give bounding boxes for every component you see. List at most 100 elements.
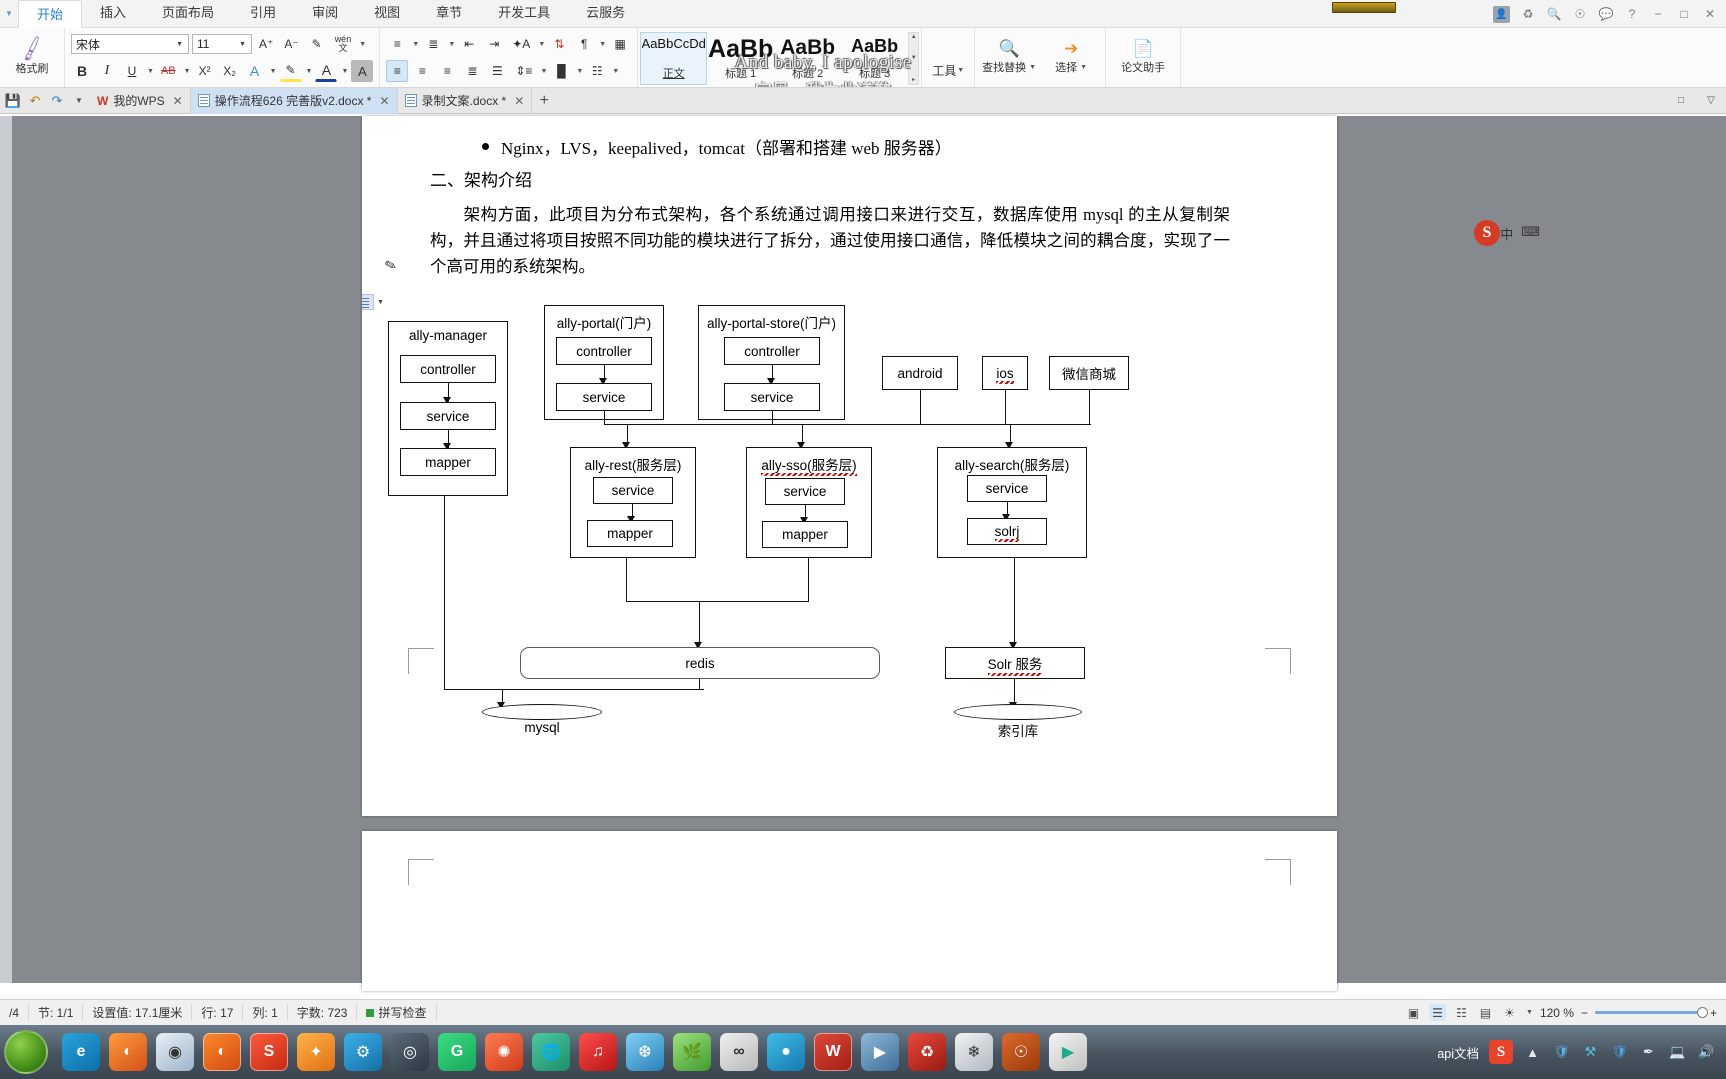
grow-font-button[interactable]: A⁺ — [255, 33, 277, 55]
chevron-down-icon[interactable]: ▼ — [1526, 1009, 1533, 1016]
network-icon[interactable]: 💻 — [1668, 1043, 1687, 1062]
styles-gallery[interactable]: AaBbCcDd 正文 AaBb 标题 1 AaBb 标题 2 AaBb 标题 … — [640, 30, 920, 85]
highlight-icon[interactable]: ✎ — [279, 60, 302, 82]
doc-tab-recording-script[interactable]: 录制文案.docx * ✕ — [398, 87, 533, 114]
status-page[interactable]: /4 — [0, 1004, 30, 1021]
sort-icon[interactable]: ⇅ — [548, 33, 570, 55]
style-item-body[interactable]: AaBbCcDd 正文 — [640, 32, 708, 85]
shield-icon[interactable]: 🛡 — [1552, 1043, 1571, 1062]
night-mode-icon[interactable]: ☀ — [1501, 1004, 1518, 1021]
ribbon-tab-dev-tools[interactable]: 开发工具 — [480, 0, 568, 27]
close-icon[interactable]: ✕ — [1702, 6, 1718, 22]
taskbar-app-2-icon[interactable]: ✺ — [485, 1033, 523, 1071]
ribbon-tab-insert[interactable]: 插入 — [82, 0, 144, 27]
chevron-down-icon[interactable]: ▼ — [184, 68, 191, 75]
taskbar-app-leaf-icon[interactable]: 🌿 — [673, 1033, 711, 1071]
restore-icon[interactable]: □ — [1670, 90, 1692, 112]
fullscreen-icon[interactable]: ▣ — [1405, 1004, 1422, 1021]
shrink-font-button[interactable]: A⁻ — [280, 33, 302, 55]
status-row[interactable]: 行: 17 — [192, 1004, 244, 1021]
shading-icon[interactable]: █ — [550, 60, 572, 82]
numbered-list-icon[interactable]: ≣ — [422, 33, 444, 55]
taskbar-app-1-icon[interactable]: ⚙ — [344, 1033, 382, 1071]
align-center-icon[interactable]: ≡ — [411, 60, 433, 82]
status-word-count[interactable]: 字数: 723 — [288, 1004, 358, 1021]
style-item-heading-3[interactable]: AaBb 标题 3 — [841, 32, 908, 85]
redo-icon[interactable]: ↷ — [46, 90, 68, 112]
align-left-icon[interactable]: ≡ — [386, 60, 409, 82]
chevron-down-icon[interactable]: ▼ — [412, 41, 419, 48]
taskbar-app-sogou-icon[interactable]: S — [250, 1033, 288, 1071]
italic-button[interactable]: I — [96, 60, 118, 82]
align-distribute-icon[interactable]: ☰ — [486, 60, 508, 82]
ribbon-tab-references[interactable]: 引用 — [232, 0, 294, 27]
status-setting[interactable]: 设置值: 17.1厘米 — [83, 1004, 193, 1021]
user-avatar-icon[interactable]: 👤 — [1493, 5, 1510, 23]
line-spacing-icon[interactable]: ⇕≡ — [511, 60, 536, 82]
taskbar-app-3-icon[interactable]: ▶ — [861, 1033, 899, 1071]
minimize-icon[interactable]: − — [1650, 6, 1666, 22]
chevron-down-icon[interactable]: ▼ — [540, 68, 547, 75]
taskbar-app-firefox-dev-icon[interactable]: ◐ — [203, 1033, 241, 1071]
collapse-ribbon-icon[interactable]: ▽ — [1700, 90, 1722, 112]
doc-tab-active[interactable]: 操作流程626 完善版v2.docx * ✕ — [190, 87, 398, 114]
taskbar-window-label[interactable]: api文档 — [1437, 1043, 1479, 1062]
web-layout-icon[interactable]: ▤ — [1477, 1004, 1494, 1021]
customize-quick-access-caret[interactable]: ▼ — [68, 90, 90, 112]
taskbar-app-media-player-icon[interactable]: ▶ — [1049, 1033, 1087, 1071]
zoom-slider-knob[interactable] — [1696, 1007, 1708, 1018]
ribbon-tab-start[interactable]: 开始 — [18, 0, 83, 28]
tools-button[interactable]: 工具 ▼ — [928, 59, 968, 81]
undo-icon[interactable]: ↶ — [24, 90, 46, 112]
comment-icon[interactable]: 💬 — [1598, 6, 1614, 22]
help-icon[interactable]: ? — [1624, 6, 1640, 22]
maximize-icon[interactable]: □ — [1676, 6, 1692, 22]
align-right-icon[interactable]: ≡ — [436, 60, 458, 82]
font-color-icon[interactable]: A — [315, 60, 338, 82]
taskbar-app-edge-icon[interactable]: e — [62, 1033, 100, 1071]
taskbar-app-grammarly-icon[interactable]: G — [438, 1033, 476, 1071]
bullet-list-icon[interactable]: ≡ — [386, 33, 408, 55]
zoom-slider[interactable] — [1594, 1007, 1708, 1018]
taskbar-app-wps-icon[interactable]: W — [814, 1033, 852, 1071]
start-button[interactable] — [4, 1030, 48, 1074]
clear-format-icon[interactable]: ✎ — [306, 33, 328, 55]
ribbon-tab-view[interactable]: 视图 — [356, 0, 418, 27]
select-button[interactable]: ➔ 选择 ▼ — [1043, 40, 1099, 75]
ribbon-tab-review[interactable]: 审阅 — [294, 0, 356, 27]
chevron-down-icon[interactable]: ▼ — [341, 68, 348, 75]
taskbar-app-chrome-icon[interactable]: ◉ — [156, 1033, 194, 1071]
chevron-down-icon[interactable]: ▼ — [599, 41, 606, 48]
ribbon-menu-caret[interactable]: ▼ — [0, 0, 18, 27]
share-icon[interactable]: ☉ — [1572, 6, 1588, 22]
taskbar-app-music-icon[interactable]: ♫ — [579, 1033, 617, 1071]
pinyin-guide-icon[interactable]: wén 文 — [331, 33, 356, 55]
doc-tab-my-wps[interactable]: W 我的WPS ✕ — [90, 87, 191, 114]
chevron-down-icon[interactable]: ▼ — [576, 68, 583, 75]
print-layout-icon[interactable]: ☰ — [1429, 1004, 1446, 1021]
chevron-down-icon[interactable]: ▼ — [538, 41, 545, 48]
volume-icon[interactable]: 🔊 — [1697, 1043, 1716, 1062]
taskbar-app-4-icon[interactable]: ♻ — [908, 1033, 946, 1071]
chevron-down-icon[interactable]: ▼ — [612, 68, 619, 75]
show-hidden-icons-button[interactable]: ▲ — [1523, 1043, 1542, 1062]
status-col[interactable]: 列: 1 — [243, 1004, 288, 1021]
close-icon[interactable]: ✕ — [379, 94, 389, 108]
style-item-heading-1[interactable]: AaBb 标题 1 — [707, 32, 774, 85]
zoom-out-button[interactable]: − — [1581, 1006, 1588, 1020]
document-page-1[interactable]: Nginx，LVS，keepalived，tomcat（部署和搭建 web 服务… — [362, 116, 1337, 816]
tools-icon[interactable]: ⚒ — [1581, 1043, 1600, 1062]
thesis-helper-button[interactable]: 📄 论文助手 — [1112, 40, 1174, 75]
sogou-tray-icon[interactable]: S — [1489, 1040, 1513, 1064]
taskbar-app-knot-icon[interactable]: ∞ — [720, 1033, 758, 1071]
text-effect-icon[interactable]: A — [244, 60, 266, 82]
subscript-button[interactable]: X₂ — [219, 60, 241, 82]
taskbar-app-firefox-icon[interactable]: ◐ — [109, 1033, 147, 1071]
chevron-down-icon[interactable]: ▼ — [306, 68, 313, 75]
style-item-heading-2[interactable]: AaBb 标题 2 — [774, 32, 841, 85]
superscript-button[interactable]: X² — [194, 60, 216, 82]
wps-floating-logo-icon[interactable]: S — [1474, 220, 1500, 246]
new-tab-button[interactable]: + — [532, 92, 556, 110]
decrease-indent-icon[interactable]: ⇤ — [458, 33, 480, 55]
find-replace-button[interactable]: 🔍 查找替换 ▼ — [981, 40, 1037, 75]
